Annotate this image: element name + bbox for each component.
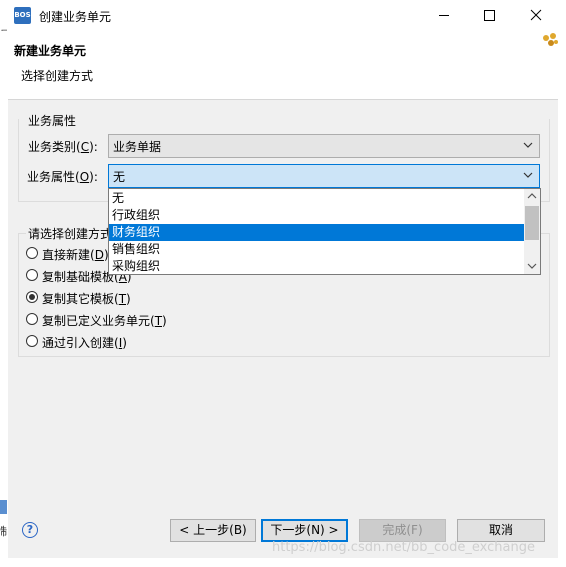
scroll-up-icon[interactable] [527,191,537,201]
next-button[interactable]: 下一步(N) > [261,519,348,542]
chevron-down-icon [523,172,533,178]
category-combo-value: 业务单据 [113,140,162,154]
radio-circle [26,269,38,281]
radio-label: 复制已定义业务单元(T) [42,314,167,328]
radio-label: 通过引入创建(I) [42,336,127,350]
background-window-fragment [0,500,7,514]
finish-button[interactable]: 完成(F) [359,519,446,542]
radio-circle-checked [26,291,38,303]
category-label: 业务类别(C): [28,140,98,154]
maximize-icon [484,10,495,21]
window-title: 创建业务单元 [39,10,112,24]
attributes-group-title: 业务属性 [26,112,79,129]
dropdown-option[interactable]: 采购组织 [109,258,526,274]
radio-label: 复制其它模板(T) [42,292,131,306]
scroll-down-icon[interactable] [527,261,537,271]
maximize-button[interactable] [467,0,513,31]
radio-label: 直接新建(D) [42,248,109,262]
watermark: https://blog.csdn.net/bb_code_exchange [272,540,535,555]
page-subtitle: 选择创建方式 [21,69,94,83]
close-button[interactable] [513,0,559,31]
attribute-combo[interactable]: 无 [108,164,540,188]
create-method-group-title: 请选择创建方式 [26,225,115,242]
cancel-button[interactable]: 取消 [457,519,545,542]
chevron-down-icon [523,142,533,148]
dropdown-option[interactable]: 销售组织 [109,241,526,258]
dropdown-option[interactable]: 无 [109,190,526,207]
minimize-icon [439,15,449,16]
attribute-combo-value: 无 [113,170,126,184]
back-button[interactable]: < 上一步(B) [170,519,256,542]
close-icon [530,9,542,21]
radio-circle [26,247,38,259]
scrollbar-thumb[interactable] [525,206,539,240]
minimize-button[interactable] [421,0,467,31]
wizard-banner-icon [541,32,559,48]
radio-circle [26,335,38,347]
attribute-label: 业务属性(O): [27,170,98,184]
attribute-dropdown-list[interactable]: 无 行政组织 财务组织 销售组织 采购组织 [108,188,541,275]
app-icon: BOS [14,7,31,24]
help-icon[interactable]: ? [22,522,38,538]
page-title: 新建业务单元 [14,44,87,58]
dropdown-option-selected[interactable]: 财务组织 [109,224,526,241]
dropdown-option[interactable]: 行政组织 [109,207,526,224]
background-window-fragment: 制 [0,525,7,537]
radio-circle [26,313,38,325]
category-combo[interactable]: 业务单据 [108,134,540,158]
dropdown-scrollbar[interactable] [524,189,540,274]
